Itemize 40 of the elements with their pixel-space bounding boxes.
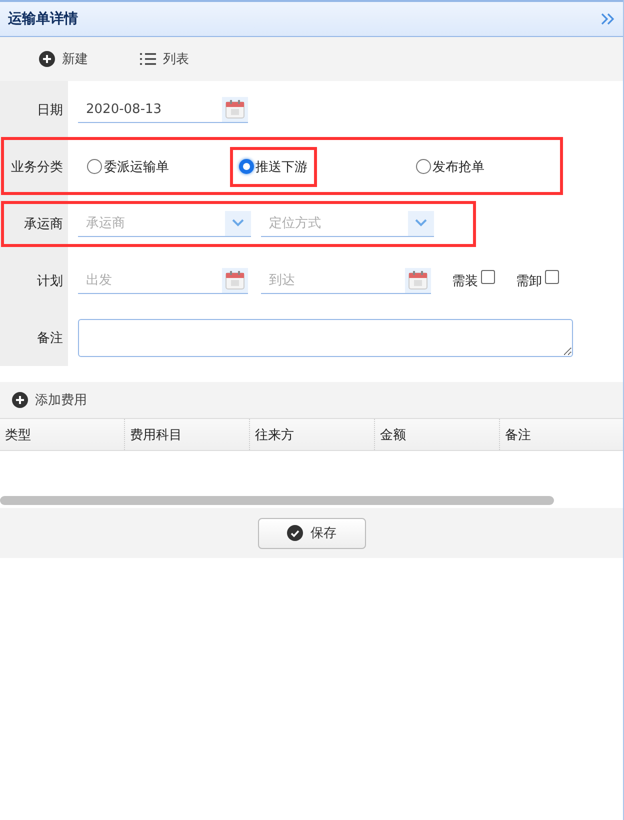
window-title: 运输单详情 [8,10,78,28]
arrival-field[interactable]: 到达 [261,267,405,294]
radio-button[interactable] [238,159,254,174]
checkbox[interactable] [481,270,495,284]
checkbox[interactable] [545,270,559,284]
chevron-down-icon[interactable] [232,219,244,227]
remarks-field[interactable] [78,318,573,356]
column-header[interactable]: 费用科目 [125,419,250,450]
column-header[interactable]: 往来方 [250,419,375,450]
check-icon [286,525,302,541]
add-expense-button[interactable]: 添加费用 [10,389,89,411]
radio-option[interactable]: 委派运输单 [78,146,230,186]
field-label: 计划 [0,252,68,309]
radio-button[interactable] [416,159,430,174]
column-header[interactable]: 金额 [375,419,500,450]
field-label: 备注 [0,309,68,366]
calendar-icon[interactable] [405,268,431,294]
select-field[interactable]: 定位方式 [261,210,408,237]
date-field[interactable]: 2020-08-13 [78,96,222,123]
save-button[interactable]: 保存 [258,518,366,548]
list-button[interactable]: 列表 [138,48,191,70]
checkbox-label: 需卸 [516,272,542,290]
radio-option[interactable]: 推送下游 [230,146,316,186]
checkbox-label: 需装 [452,272,478,290]
collapse-icon[interactable] [601,13,615,25]
plus-icon [12,392,28,408]
radio-option[interactable]: 发布抢单 [406,146,558,186]
chevron-down-icon[interactable] [415,219,427,227]
column-header[interactable]: 备注 [500,419,624,450]
column-header[interactable]: 类型 [0,419,125,450]
select-field[interactable]: 承运商 [78,210,225,237]
new-button[interactable]: 新建 [37,48,90,70]
plus-icon [39,51,55,67]
field-label: 日期 [0,81,68,138]
departure-field[interactable]: 出发 [78,267,222,294]
radio-button[interactable] [87,159,102,174]
scrollbar[interactable] [0,496,554,505]
calendar-icon[interactable] [222,96,248,122]
calendar-icon[interactable] [222,268,248,294]
list-icon [140,53,156,65]
